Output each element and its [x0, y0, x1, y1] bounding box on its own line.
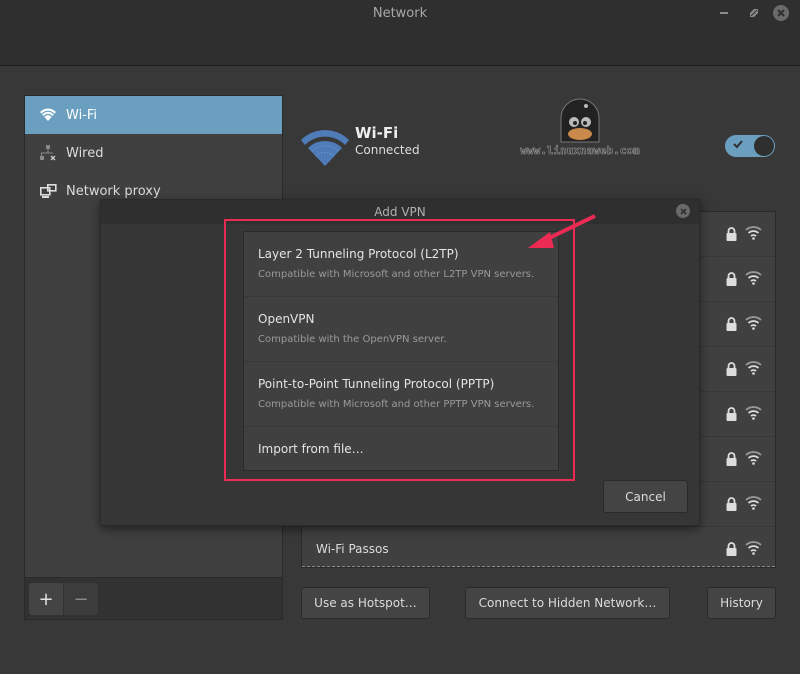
- maximize-icon: [750, 9, 758, 17]
- wifi-signal-icon: [745, 316, 762, 330]
- wifi-icon: [39, 106, 57, 124]
- sidebar-item-wifi[interactable]: Wi-Fi: [25, 96, 282, 134]
- remove-connection-button[interactable]: −: [64, 583, 98, 615]
- wifi-signal-icon: [745, 496, 762, 510]
- toggle-knob: [754, 136, 774, 156]
- wifi-signal-icon: [745, 271, 762, 285]
- lock-icon: [726, 272, 737, 286]
- sidebar-item-label: Wi-Fi: [66, 107, 98, 123]
- lock-icon: [726, 227, 737, 241]
- wifi-signal-icon: [745, 451, 762, 465]
- vpn-option-openvpn[interactable]: OpenVPN Compatible with the OpenVPN serv…: [244, 297, 558, 362]
- use-as-hotspot-button[interactable]: Use as Hotspot…: [301, 587, 430, 619]
- wifi-signal-icon: [745, 541, 762, 555]
- connect-hidden-network-button[interactable]: Connect to Hidden Network…: [465, 587, 670, 619]
- network-proxy-icon: [39, 182, 57, 200]
- wifi-toggle-switch[interactable]: [725, 135, 775, 157]
- close-icon: [679, 207, 687, 215]
- vpn-option-pptp[interactable]: Point-to-Point Tunneling Protocol (PPTP)…: [244, 362, 558, 427]
- history-button[interactable]: History: [707, 587, 776, 619]
- vpn-option-title: Layer 2 Tunneling Protocol (L2TP): [258, 247, 459, 261]
- dialog-title: Add VPN: [101, 200, 699, 224]
- add-vpn-dialog: Add VPN Layer 2 Tunneling Protocol (L2TP…: [100, 199, 700, 526]
- lock-icon: [726, 497, 737, 511]
- minimize-button[interactable]: [716, 5, 732, 21]
- wired-network-icon: [39, 144, 57, 162]
- sidebar-toolbar: + −: [25, 577, 282, 619]
- vpn-type-list: Layer 2 Tunneling Protocol (L2TP) Compat…: [243, 231, 559, 471]
- wifi-signal-icon: [745, 361, 762, 375]
- vpn-option-l2tp[interactable]: Layer 2 Tunneling Protocol (L2TP) Compat…: [244, 232, 558, 297]
- cancel-button[interactable]: Cancel: [603, 480, 688, 513]
- network-row[interactable]: Wi-Fi Passos: [302, 527, 775, 572]
- vpn-option-title: Point-to-Point Tunneling Protocol (PPTP): [258, 377, 495, 391]
- add-connection-button[interactable]: +: [29, 583, 63, 615]
- title-bar: Network: [0, 0, 800, 66]
- sidebar-item-wired[interactable]: Wired: [25, 134, 282, 172]
- vpn-option-title: OpenVPN: [258, 312, 315, 326]
- close-button[interactable]: [773, 5, 789, 21]
- lock-icon: [726, 362, 737, 376]
- wifi-status-icon: [301, 130, 349, 166]
- penguin-logo-icon: [560, 98, 600, 143]
- vpn-option-import-file[interactable]: Import from file…: [244, 427, 558, 470]
- sidebar-item-label: Wired: [66, 145, 104, 161]
- wifi-status: Connected: [355, 143, 420, 157]
- sidebar-item-label: Network proxy: [66, 183, 161, 199]
- vpn-option-title: Import from file…: [258, 442, 364, 456]
- watermark-text: www.linuxnaweb.com: [520, 144, 640, 158]
- network-settings-window: Network Wi-Fi Wired Network proxy + − Wi…: [0, 0, 800, 674]
- network-name: Wi-Fi Passos: [316, 542, 389, 556]
- dialog-close-button[interactable]: [676, 204, 690, 218]
- wifi-signal-icon: [745, 226, 762, 240]
- vpn-option-description: Compatible with Microsoft and other L2TP…: [258, 269, 535, 280]
- vpn-option-description: Compatible with Microsoft and other PPTP…: [258, 399, 535, 410]
- watermark: www.linuxnaweb.com: [505, 98, 655, 160]
- window-title: Network: [372, 6, 428, 21]
- wifi-title: Wi-Fi: [355, 124, 399, 142]
- lock-icon: [726, 452, 737, 466]
- lock-icon: [726, 542, 737, 556]
- checkmark-icon: [733, 140, 743, 149]
- minimize-icon: [720, 11, 728, 14]
- wifi-signal-icon: [745, 406, 762, 420]
- lock-icon: [726, 407, 737, 421]
- maximize-button[interactable]: [746, 5, 762, 21]
- close-icon: [777, 9, 785, 17]
- vpn-option-description: Compatible with the OpenVPN server.: [258, 334, 447, 345]
- lock-icon: [726, 317, 737, 331]
